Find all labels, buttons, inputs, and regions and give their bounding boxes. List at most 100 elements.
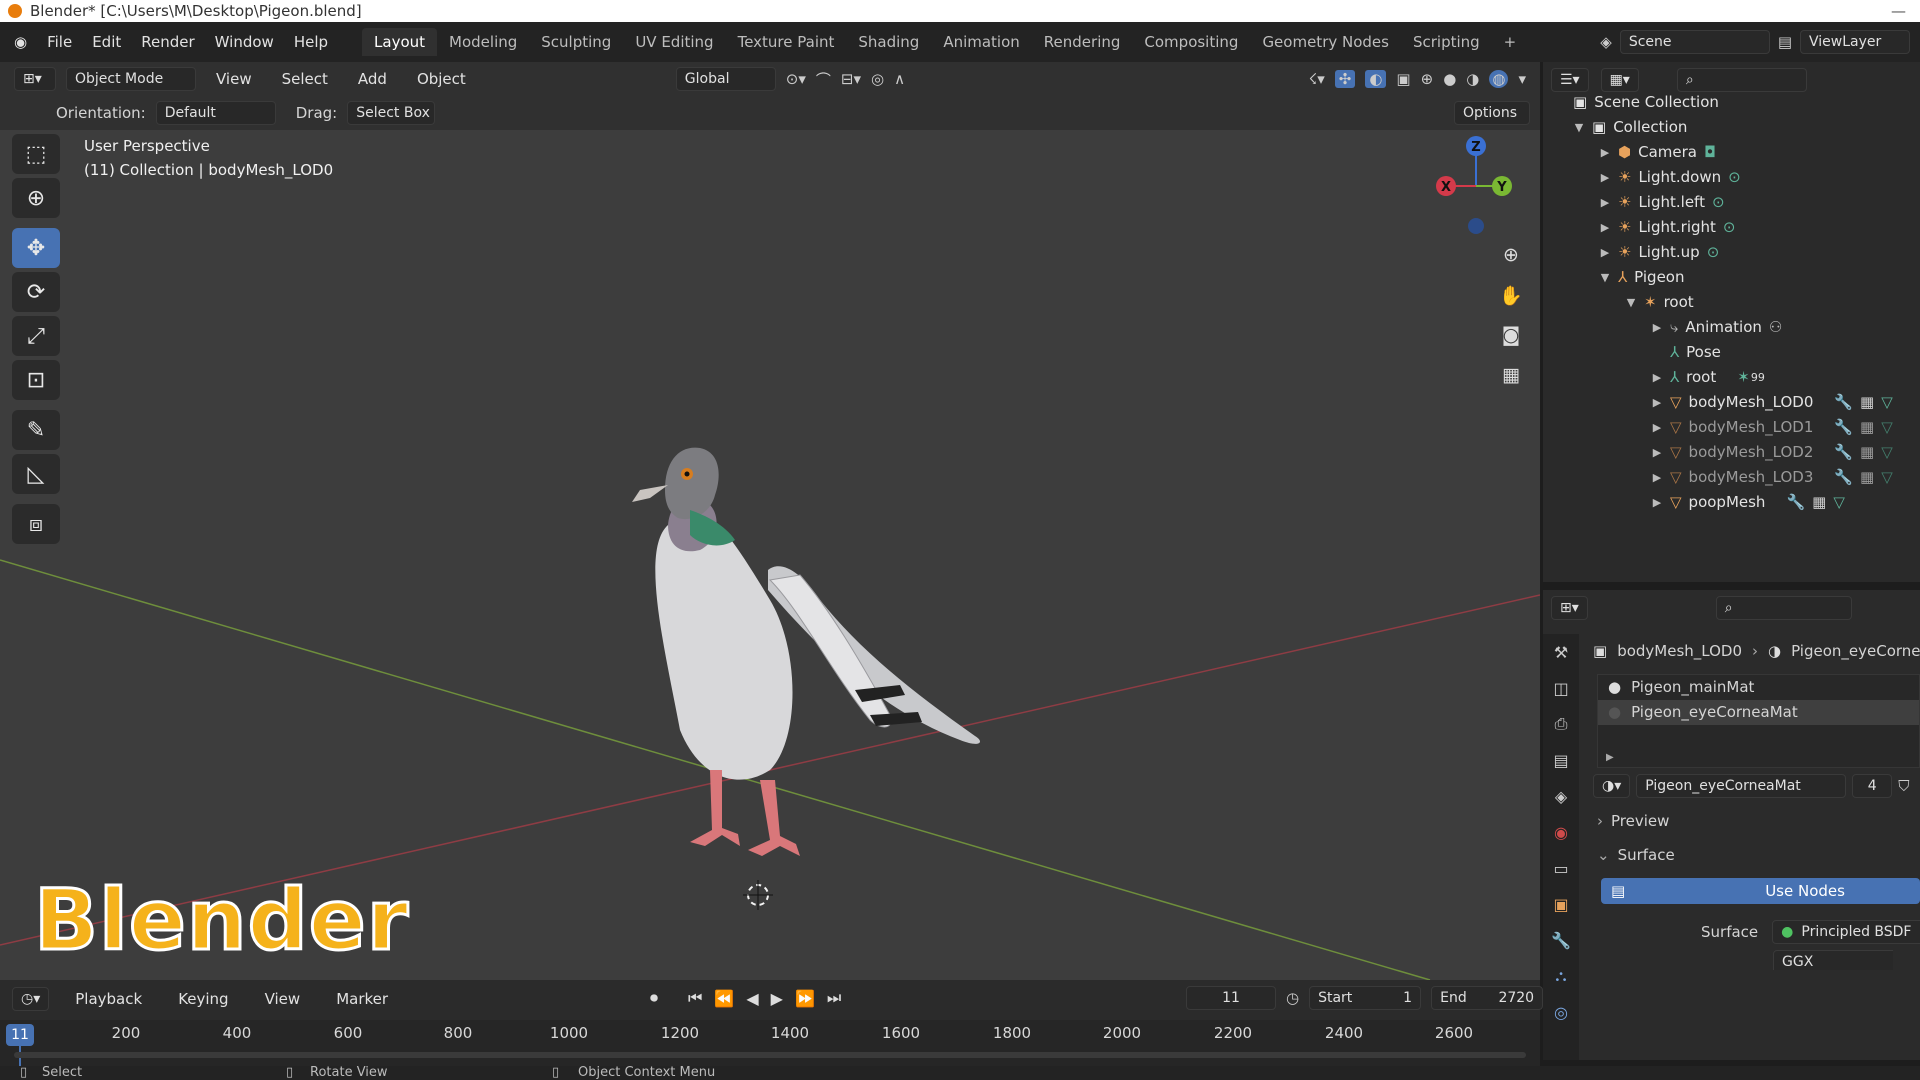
outliner-row-pose[interactable]: ⅄ Pose xyxy=(1651,340,1721,365)
material-slot-main[interactable]: ● Pigeon_mainMat xyxy=(1598,675,1919,700)
tab-layout[interactable]: Layout xyxy=(362,28,438,56)
expand-toggle-icon[interactable]: ▶ xyxy=(1651,415,1663,440)
browse-material-button[interactable]: ◑▾ xyxy=(1593,774,1631,798)
vertex-groups-icon[interactable]: ▦ xyxy=(1860,440,1874,465)
snap-icon[interactable]: ⌒ xyxy=(816,69,831,90)
use-nodes-button[interactable]: ▤ Use Nodes xyxy=(1601,878,1920,904)
outliner-row-bodymesh-lod2[interactable]: ▶ ▽ bodyMesh_LOD2 🔧 ▦ ▽ xyxy=(1651,440,1893,465)
cursor-tool[interactable]: ⊕ xyxy=(12,178,60,218)
menu-window[interactable]: Window xyxy=(205,29,284,55)
jump-keyframe-forward-icon[interactable]: ⏩ xyxy=(795,989,815,1008)
outliner-row-light-right[interactable]: ▶ ☀ Light.right ⊙ xyxy=(1599,215,1736,240)
outliner-row-light-left[interactable]: ▶ ☀ Light.left ⊙ xyxy=(1599,190,1725,215)
add-workspace-button[interactable]: + xyxy=(1492,28,1529,56)
outliner-row-camera[interactable]: ▶ ⬢ Camera ◘ xyxy=(1599,140,1716,165)
rotate-tool[interactable]: ⟳ xyxy=(12,272,60,312)
mesh-data-icon[interactable]: ▽ xyxy=(1881,440,1893,465)
light-data-icon[interactable]: ⊙ xyxy=(1707,240,1720,265)
tab-compositing[interactable]: Compositing xyxy=(1132,28,1250,56)
outliner-row-root-bone[interactable]: ▶ ⅄ root ✶ 99 xyxy=(1651,365,1765,390)
gizmo-toggle-icon[interactable]: ✣ xyxy=(1334,70,1356,88)
transform-orientation-selector[interactable]: Global xyxy=(675,67,776,91)
outliner-row-scene-collection[interactable]: ▣ Scene Collection xyxy=(1573,90,1719,115)
outliner-search-field[interactable]: ⌕ xyxy=(1676,68,1807,92)
expand-toggle-icon[interactable]: ▶ xyxy=(1599,140,1611,165)
auto-keying-icon[interactable]: ⏺ xyxy=(650,988,658,1008)
outliner-row-poopmesh[interactable]: ▶ ▽ poopMesh 🔧 ▦ ▽ xyxy=(1651,490,1845,515)
properties-editor-type-button[interactable]: ⊞▾ xyxy=(1551,596,1588,620)
light-data-icon[interactable]: ⊙ xyxy=(1712,190,1725,215)
blender-menu-icon[interactable]: ◉ xyxy=(0,29,37,55)
menu-help[interactable]: Help xyxy=(284,29,338,55)
expand-toggle-icon[interactable]: ▶ xyxy=(1599,190,1611,215)
expand-toggle-icon[interactable]: ▼ xyxy=(1599,265,1611,290)
scene-selector[interactable]: Scene xyxy=(1619,30,1770,54)
jump-start-icon[interactable]: ⏮ xyxy=(688,988,702,1008)
jump-keyframe-back-icon[interactable]: ⏪ xyxy=(714,989,734,1008)
measure-tool[interactable]: ◺ xyxy=(12,454,60,494)
menu-render[interactable]: Render xyxy=(131,29,204,55)
vertex-groups-icon[interactable]: ▦ xyxy=(1860,415,1874,440)
expand-toggle-icon[interactable]: ▶ xyxy=(1599,240,1611,265)
proportional-edit-icon[interactable]: ◎ xyxy=(871,70,884,88)
bone-data-icon[interactable]: ✶ xyxy=(1737,365,1750,390)
ortho-toggle-button[interactable]: ▦ xyxy=(1494,358,1528,392)
expand-list-icon[interactable]: ▶ xyxy=(1606,752,1614,763)
view-layer-selector[interactable]: ViewLayer xyxy=(1800,30,1910,54)
mesh-data-icon[interactable]: ▽ xyxy=(1833,490,1845,515)
display-mode-button[interactable]: ▦▾ xyxy=(1600,68,1639,92)
vertex-groups-icon[interactable]: ▦ xyxy=(1860,390,1874,415)
timeline-editor-type-button[interactable]: ◷▾ xyxy=(12,987,50,1011)
end-frame-field[interactable]: End 2720 xyxy=(1431,986,1544,1010)
preview-section[interactable]: › Preview xyxy=(1597,812,1669,830)
mesh-data-icon[interactable]: ▽ xyxy=(1881,390,1893,415)
menu-file[interactable]: File xyxy=(37,29,82,55)
pan-button[interactable]: ✋ xyxy=(1494,278,1528,312)
xray-toggle-icon[interactable]: ▣ xyxy=(1396,70,1410,88)
vertex-groups-icon[interactable]: ▦ xyxy=(1860,465,1874,490)
outliner-editor-type-button[interactable]: ☰▾ xyxy=(1551,68,1589,92)
action-icon[interactable]: ⚇ xyxy=(1769,315,1782,340)
render-tab-icon[interactable]: ◫ xyxy=(1543,670,1579,706)
minimize-button[interactable]: — xyxy=(1891,2,1906,20)
view-layer-tab-icon[interactable]: ▤ xyxy=(1543,742,1579,778)
mesh-data-icon[interactable]: ▽ xyxy=(1881,415,1893,440)
output-tab-icon[interactable]: ⎙ xyxy=(1543,706,1579,742)
expand-toggle-icon[interactable]: ▼ xyxy=(1573,115,1585,140)
tab-geometry-nodes[interactable]: Geometry Nodes xyxy=(1250,28,1401,56)
preview-range-icon[interactable]: ◷ xyxy=(1286,989,1299,1007)
orientation-selector[interactable]: Default xyxy=(155,101,276,125)
expand-toggle-icon[interactable]: ▶ xyxy=(1651,365,1663,390)
editor-type-button[interactable]: ⊞▾ xyxy=(14,67,56,91)
outliner-row-bodymesh-lod3[interactable]: ▶ ▽ bodyMesh_LOD3 🔧 ▦ ▽ xyxy=(1651,465,1893,490)
collection-tab-icon[interactable]: ▭ xyxy=(1543,850,1579,886)
particles-tab-icon[interactable]: ⛬ xyxy=(1543,958,1579,994)
3d-viewport[interactable]: Z X Y User Perspective (11) Collection |… xyxy=(0,130,1540,980)
outliner-row-light-up[interactable]: ▶ ☀ Light.up ⊙ xyxy=(1599,240,1720,265)
menu-add[interactable]: Add xyxy=(348,66,397,92)
options-button[interactable]: Options xyxy=(1454,101,1530,125)
expand-toggle-icon[interactable]: ▶ xyxy=(1599,165,1611,190)
expand-toggle-icon[interactable]: ▶ xyxy=(1651,440,1663,465)
snap-target-icon[interactable]: ⊟▾ xyxy=(841,70,861,88)
play-reverse-icon[interactable]: ◀ xyxy=(746,989,758,1008)
tab-sculpting[interactable]: Sculpting xyxy=(529,28,623,56)
frame-ruler[interactable]: 11 200 400 600 800 1000 1200 1400 1600 1… xyxy=(0,1020,1540,1066)
expand-toggle-icon[interactable]: ▼ xyxy=(1625,290,1637,315)
world-tab-icon[interactable]: ◉ xyxy=(1543,814,1579,850)
annotate-tool[interactable]: ✎ xyxy=(12,410,60,450)
overlay-toggle-icon[interactable]: ◐ xyxy=(1365,70,1387,88)
camera-view-button[interactable]: ◙ xyxy=(1494,318,1528,352)
expand-toggle-icon[interactable]: ▶ xyxy=(1651,490,1663,515)
tab-texture-paint[interactable]: Texture Paint xyxy=(726,28,847,56)
menu-select[interactable]: Select xyxy=(272,66,338,92)
material-users-count[interactable]: 4 xyxy=(1852,774,1893,798)
outliner-row-root-armature[interactable]: ▼ ✶ root xyxy=(1625,290,1694,315)
menu-view[interactable]: View xyxy=(206,66,262,92)
tool-tab-icon[interactable]: ⚒ xyxy=(1543,634,1579,670)
drag-selector[interactable]: Select Box xyxy=(347,101,436,125)
zoom-button[interactable]: ⊕ xyxy=(1494,238,1528,272)
select-box-tool[interactable]: ⬚ xyxy=(12,134,60,174)
outliner-row-light-down[interactable]: ▶ ☀ Light.down ⊙ xyxy=(1599,165,1741,190)
view-object-types-icon[interactable]: ☇▾ xyxy=(1309,70,1325,88)
